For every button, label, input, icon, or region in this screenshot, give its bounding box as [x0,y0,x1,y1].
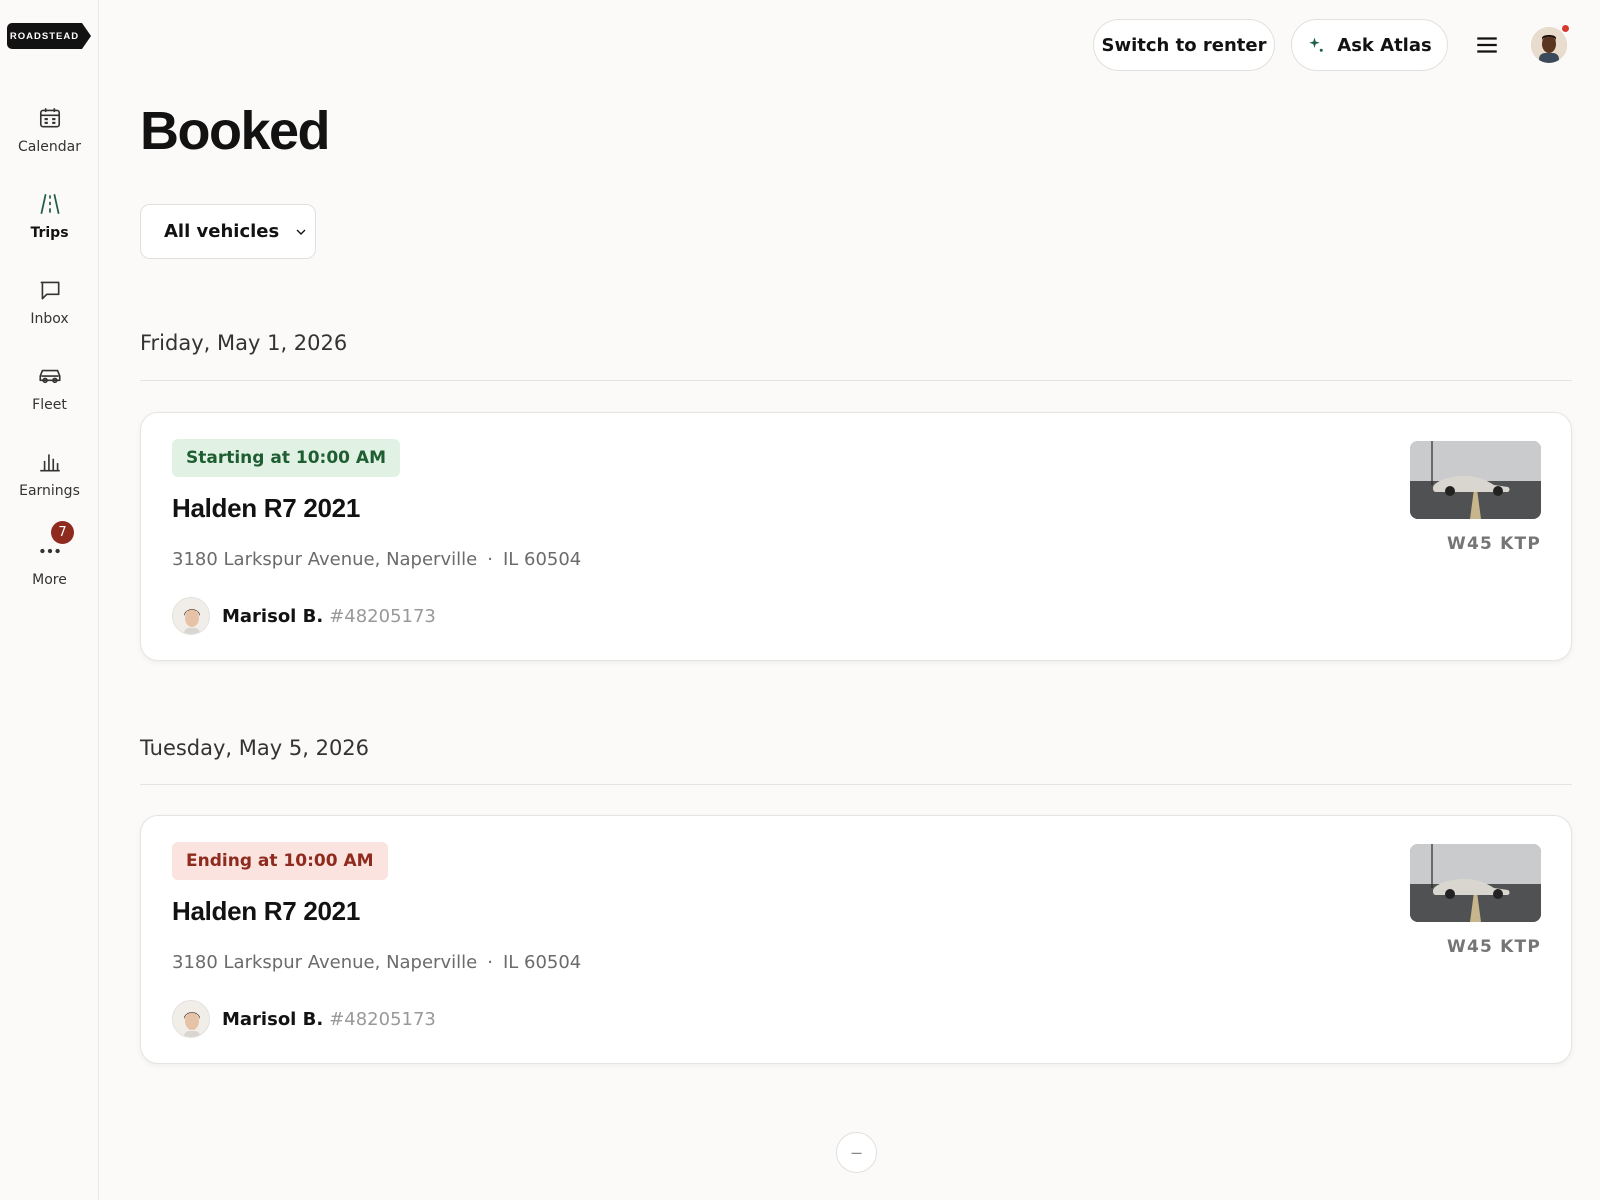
vehicle-thumbnail [1410,441,1541,519]
trip-id: #48205173 [329,1008,436,1030]
guest-info: Marisol B. #48205173 [172,1000,436,1038]
vehicle-name: Halden R7 2021 [172,493,361,523]
trip-card[interactable]: Ending at 10:00 AM Halden R7 2021 3180 L… [140,815,1572,1064]
vehicle-filter-dropdown[interactable]: All vehicles [140,204,316,259]
notification-count-badge: 7 [51,521,74,544]
address-separator: · [487,952,493,973]
sidebar: ROADSTEAD Calendar Trips Inbox Fleet Ear… [0,0,99,1200]
logo-arrow-shape [82,23,91,49]
user-avatar[interactable] [1531,27,1567,63]
sidebar-item-label: Calendar [18,139,81,155]
calendar-icon [39,108,60,128]
sidebar-item-label: Earnings [19,483,80,499]
divider [140,784,1572,785]
guest-name[interactable]: Marisol B. [222,1009,323,1030]
vehicle-filter-label: All vehicles [164,221,280,242]
ask-atlas-button[interactable]: Ask Atlas [1291,19,1448,71]
vehicle-photo [1410,844,1541,922]
hamburger-menu-icon [1477,37,1497,53]
sidebar-item-label: Inbox [30,311,69,327]
guest-avatar [172,597,210,635]
trip-status-badge: Starting at 10:00 AM [172,439,400,477]
load-more-button[interactable]: – [836,1132,877,1173]
sidebar-item-label: Fleet [32,397,67,413]
logo-text: ROADSTEAD [7,23,82,49]
menu-button[interactable] [1474,32,1500,58]
roadstead-logo[interactable]: ROADSTEAD [7,23,91,49]
sparkle-icon [1309,37,1324,52]
vehicle-photo [1410,441,1541,519]
sidebar-item-earnings[interactable]: Earnings [0,449,99,499]
guest-avatar [172,1000,210,1038]
guest-info: Marisol B. #48205173 [172,597,436,635]
sidebar-item-label: Trips [30,225,69,241]
address-state-zip: IL 60504 [502,549,582,570]
page-title: Booked [140,101,331,161]
license-plate: W45 KTP [1447,534,1541,554]
address-street: 3180 Larkspur Avenue, Naperville [172,952,478,973]
sidebar-item-more[interactable]: 7 More [0,521,99,588]
user-avatar-icon [1531,27,1567,63]
switch-to-renter-button[interactable]: Switch to renter [1093,19,1275,71]
trips-road-icon [39,194,60,214]
date-heading: Tuesday, May 5, 2026 [140,736,370,760]
bar-chart-icon [39,454,60,472]
sidebar-item-trips[interactable]: Trips [0,191,99,241]
ask-atlas-label: Ask Atlas [1337,34,1432,56]
address-state-zip: IL 60504 [502,952,582,973]
address-street: 3180 Larkspur Avenue, Naperville [172,549,478,570]
trip-address: 3180 Larkspur Avenue, Naperville · IL 6050… [172,549,581,570]
guest-name[interactable]: Marisol B. [222,606,323,627]
chevron-down-icon [296,229,306,235]
license-plate: W45 KTP [1447,937,1541,957]
sidebar-item-label: More [32,572,67,588]
divider [140,380,1572,381]
trip-status-badge: Ending at 10:00 AM [172,842,388,880]
guest-avatar-icon [173,1001,209,1037]
sidebar-item-inbox[interactable]: Inbox [0,277,99,327]
trip-address: 3180 Larkspur Avenue, Naperville · IL 6050… [172,952,581,973]
guest-avatar-icon [173,598,209,634]
sidebar-item-fleet[interactable]: Fleet [0,363,99,413]
date-heading: Friday, May 1, 2026 [140,331,348,355]
inbox-chat-icon [40,281,59,300]
vehicle-thumbnail [1410,844,1541,922]
car-icon [38,369,61,384]
notification-dot [1561,24,1570,33]
sidebar-item-calendar[interactable]: Calendar [0,105,99,155]
trip-card[interactable]: Starting at 10:00 AM Halden R7 2021 3180… [140,412,1572,661]
address-separator: · [487,549,493,570]
trip-id: #48205173 [329,605,436,627]
vehicle-name: Halden R7 2021 [172,896,361,926]
